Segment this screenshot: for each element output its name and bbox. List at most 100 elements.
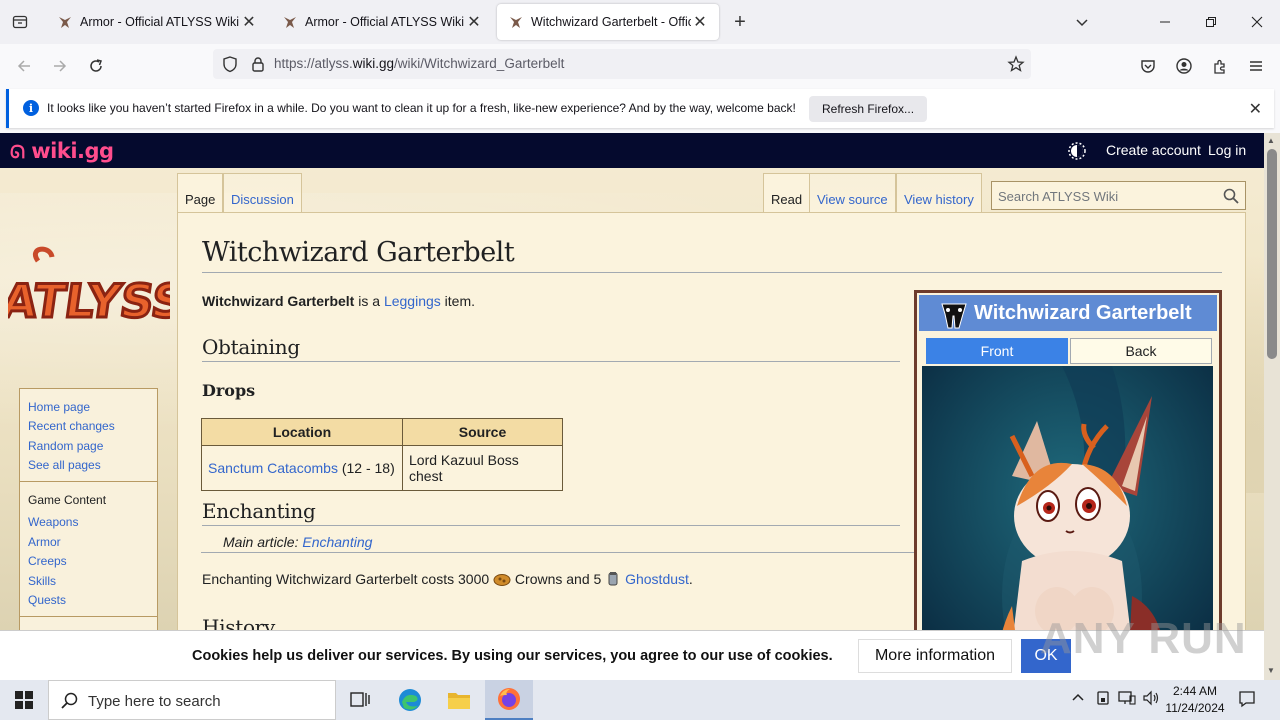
page-scrollbar[interactable]: ▲ ▼ [1264, 133, 1280, 680]
heading-obtaining: Obtaining [202, 335, 900, 362]
browser-nav-bar: https://atlyss.wiki.gg/wiki/Witchwizard_… [0, 44, 1280, 86]
page-title: Witchwizard Garterbelt [202, 237, 1222, 273]
account-icon[interactable] [1170, 52, 1198, 80]
heading-enchanting: Enchanting [202, 499, 900, 526]
infobox-tab-front[interactable]: Front [926, 338, 1068, 364]
wiki-search-input[interactable]: Search ATLYSS Wiki [991, 181, 1246, 210]
sidebar-link-creeps[interactable]: Creeps [28, 554, 67, 568]
list-all-tabs-icon[interactable] [1070, 10, 1094, 34]
tab-page[interactable]: Page [177, 173, 224, 213]
atlyss-favicon-icon [507, 13, 525, 31]
ghostdust-icon [605, 571, 621, 587]
table-cell-source: Lord Kazuul Boss chest [402, 445, 563, 491]
refresh-firefox-notification: i It looks like you haven’t started Fire… [6, 89, 1274, 128]
close-window-icon[interactable] [1242, 8, 1272, 36]
firefox-view-icon[interactable] [8, 10, 32, 34]
reload-icon[interactable] [82, 52, 110, 80]
sidebar-link-random-page[interactable]: Random page [28, 439, 103, 453]
atlyss-favicon-icon [56, 13, 74, 31]
forward-icon[interactable] [46, 52, 74, 80]
extensions-icon[interactable] [1206, 52, 1234, 80]
intro-paragraph: Witchwizard Garterbelt is a Leggings ite… [202, 293, 475, 309]
restore-icon[interactable] [1196, 8, 1226, 36]
scrollbar-thumb[interactable] [1267, 149, 1277, 359]
ghostdust-link[interactable]: Ghostdust [625, 571, 689, 587]
file-explorer-icon[interactable] [435, 680, 483, 720]
network-status-icon[interactable] [1096, 690, 1110, 709]
enchanting-paragraph: Enchanting Witchwizard Garterbelt costs … [202, 571, 693, 587]
sidebar-heading-game-content: Game Content [28, 493, 107, 507]
tab-read[interactable]: Read [763, 173, 811, 213]
table-row: Sanctum Catacombs (12 - 18) Lord Kazuul … [201, 445, 563, 491]
enchanting-main-article-link[interactable]: Enchanting [302, 534, 372, 550]
sidebar-link-quests[interactable]: Quests [28, 593, 66, 607]
sidebar-link-skills[interactable]: Skills [28, 574, 56, 588]
pocket-icon[interactable] [1134, 52, 1162, 80]
sidebar-divider [20, 616, 157, 617]
log-in-link[interactable]: Log in [1208, 142, 1246, 158]
new-tab-icon[interactable]: + [728, 10, 752, 34]
sidebar-link-home-page[interactable]: Home page [28, 400, 90, 414]
hatnote: Main article: Enchanting [201, 533, 914, 553]
sidebar-link-armor[interactable]: Armor [28, 535, 61, 549]
web-page: ᘏ wiki.gg Create account Log in ATLYSS H… [0, 133, 1264, 680]
sidebar-link-weapons[interactable]: Weapons [28, 515, 78, 529]
sanctum-catacombs-link[interactable]: Sanctum Catacombs [208, 460, 338, 476]
info-icon: i [23, 100, 39, 116]
scroll-up-icon[interactable]: ▲ [1267, 136, 1275, 145]
infobox-title: Witchwizard Garterbelt [919, 295, 1217, 331]
task-view-icon[interactable] [336, 680, 384, 720]
search-icon [61, 692, 79, 713]
create-account-link[interactable]: Create account [1106, 142, 1201, 158]
theme-toggle-icon[interactable] [1068, 142, 1086, 163]
close-tab-icon[interactable]: ✕ [465, 13, 483, 31]
crowns-icon [493, 571, 511, 587]
leggings-link[interactable]: Leggings [384, 293, 441, 309]
svg-text:ATLYSS: ATLYSS [8, 274, 170, 328]
sidebar-link-see-all-pages[interactable]: See all pages [28, 458, 101, 472]
garterbelt-item-icon [939, 300, 969, 336]
browser-tab-active[interactable]: Witchwizard Garterbelt - Offici ✕ [497, 4, 719, 40]
taskbar-search-input[interactable]: Type here to search [48, 680, 336, 720]
cookie-message: Cookies help us deliver our services. By… [192, 648, 833, 664]
table-header-location: Location [201, 418, 403, 446]
show-hidden-icons-icon[interactable] [1071, 690, 1085, 707]
infobox-tab-back[interactable]: Back [1070, 338, 1212, 364]
ethernet-icon[interactable] [1118, 690, 1136, 709]
heading-drops: Drops [202, 381, 256, 400]
edge-browser-icon[interactable] [386, 680, 434, 720]
browser-tab[interactable]: Armor - Official ATLYSS Wiki ✕ [271, 4, 493, 40]
atlyss-logo[interactable]: ATLYSS [0, 243, 190, 342]
tab-view-history[interactable]: View history [896, 173, 982, 213]
windows-start-icon[interactable] [0, 680, 48, 720]
url-bar[interactable]: https://atlyss.wiki.gg/wiki/Witchwizard_… [213, 49, 1031, 79]
search-icon[interactable] [1223, 188, 1239, 207]
close-tab-icon[interactable]: ✕ [691, 13, 709, 31]
close-tab-icon[interactable]: ✕ [240, 13, 258, 31]
anyrun-watermark: ANY RUN [1040, 614, 1247, 663]
tab-discussion[interactable]: Discussion [223, 173, 302, 213]
scroll-down-icon[interactable]: ▼ [1267, 666, 1275, 675]
sidebar-link-recent-changes[interactable]: Recent changes [28, 419, 115, 433]
refresh-firefox-button[interactable]: Refresh Firefox... [809, 96, 928, 122]
browser-tab[interactable]: Armor - Official ATLYSS Wiki ✕ [46, 4, 268, 40]
firefox-taskbar-icon[interactable] [485, 680, 533, 720]
url-text: https://atlyss.wiki.gg/wiki/Witchwizard_… [274, 56, 565, 71]
more-information-button[interactable]: More information [858, 639, 1012, 673]
menu-hamburger-icon[interactable] [1242, 52, 1270, 80]
volume-icon[interactable] [1142, 690, 1160, 709]
wiki-gg-header: ᘏ wiki.gg Create account Log in [0, 133, 1264, 168]
table-header-source: Source [402, 418, 563, 446]
notification-message: It looks like you haven’t started Firefo… [47, 101, 796, 115]
atlyss-favicon-icon [281, 13, 299, 31]
lock-icon[interactable] [249, 55, 267, 76]
notifications-icon[interactable] [1238, 690, 1256, 711]
taskbar-clock[interactable]: 2:44 AM 11/24/2024 [1162, 683, 1228, 717]
back-icon[interactable] [10, 52, 38, 80]
wiki-gg-logo[interactable]: ᘏ wiki.gg [10, 139, 114, 163]
close-notification-icon[interactable]: ✕ [1249, 99, 1262, 119]
tab-view-source[interactable]: View source [809, 173, 896, 213]
minimize-icon[interactable] [1150, 8, 1180, 36]
bookmark-star-icon[interactable] [1007, 55, 1025, 76]
tracking-protection-shield-icon[interactable] [221, 55, 239, 76]
